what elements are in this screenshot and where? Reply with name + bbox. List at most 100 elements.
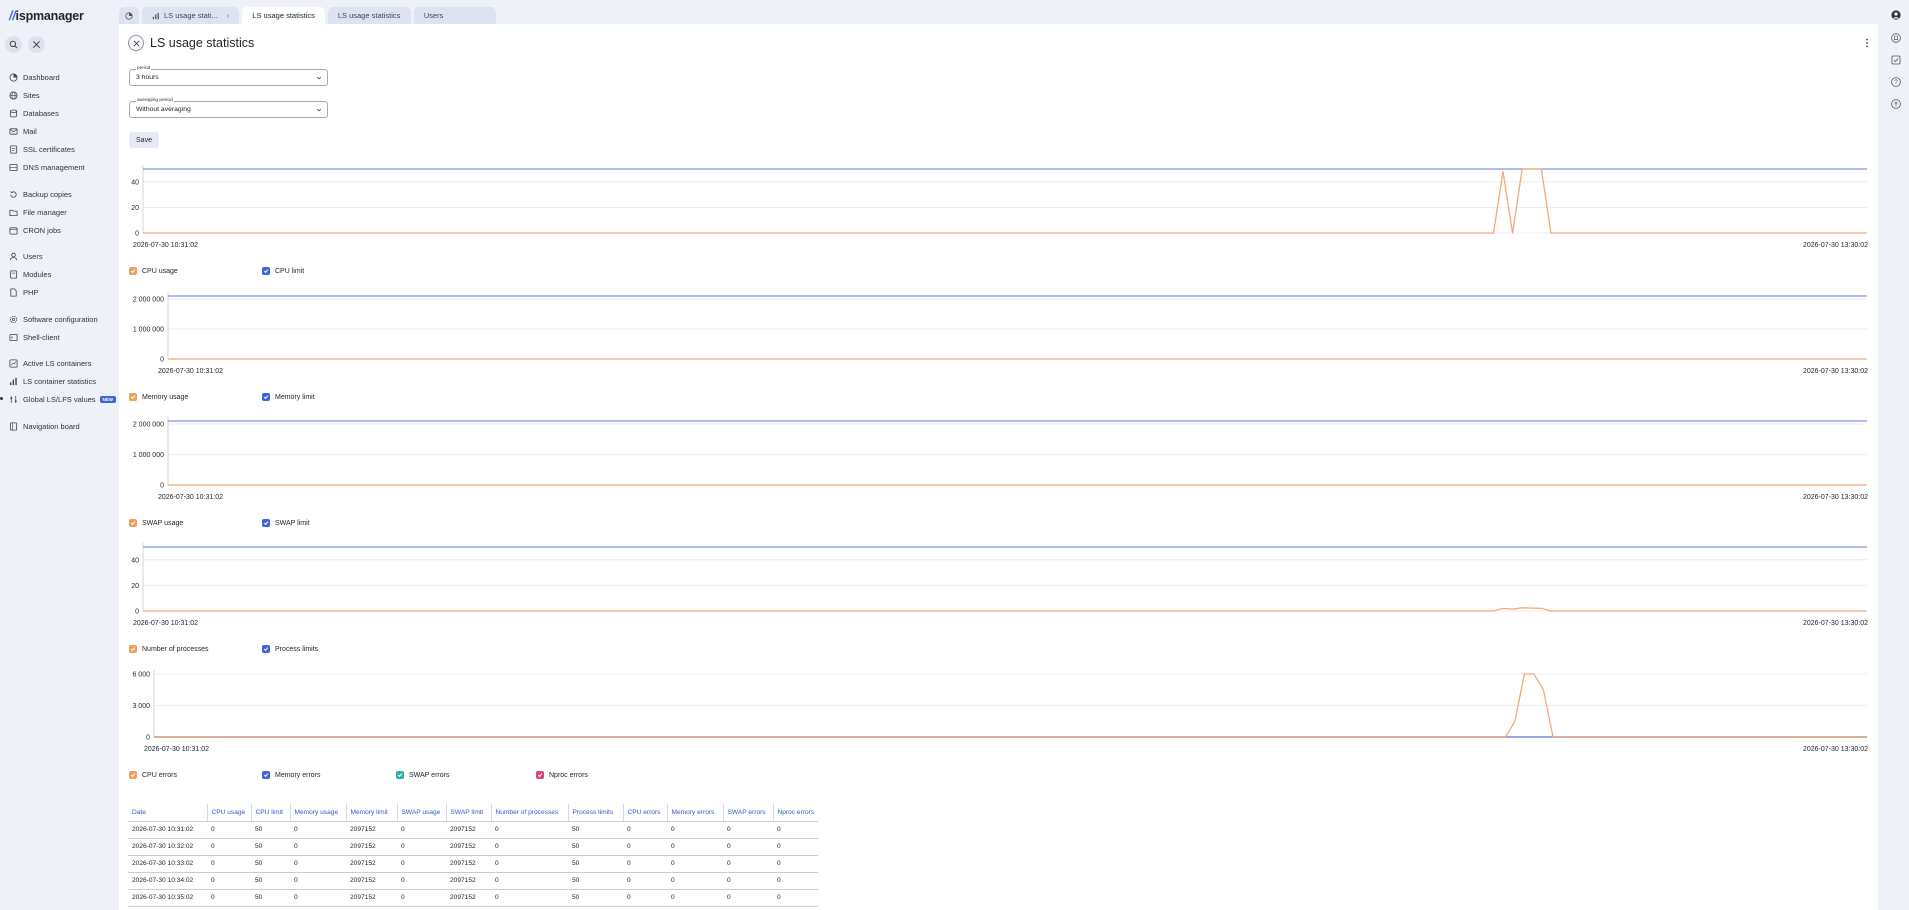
help-icon[interactable]: ? — [1891, 77, 1901, 87]
tab-ls-usage[interactable]: LS usage statistics — [327, 7, 411, 24]
checkbox-checked-icon[interactable] — [129, 267, 137, 275]
sidebar-item-users[interactable]: Users — [0, 249, 118, 263]
bell-icon[interactable] — [1891, 33, 1901, 43]
sidebar-item-label: DNS management — [23, 162, 85, 172]
table-row[interactable]: 2026-07-30 10:33:02 0 50 0 2097152 0 2097152 0 5… — [128, 855, 819, 873]
legend-toggle-number-of-processes[interactable]: Number of processes — [129, 645, 209, 653]
bar-chart-icon — [9, 377, 17, 385]
tools-button[interactable] — [28, 36, 45, 53]
tab-ls-usage-short[interactable]: LS usage stati... › — [142, 7, 240, 24]
terminal-icon — [9, 333, 18, 341]
sidebar-item-cron-jobs[interactable]: CRON jobs — [0, 223, 118, 237]
table-cell: 0 — [773, 855, 819, 873]
checkbox-checked-icon[interactable] — [262, 267, 270, 275]
sidebar-item-global-ls-lfs-values[interactable]: Global LS/LFS values NEW — [0, 392, 118, 406]
table-row[interactable]: 2026-07-30 10:34:02 0 50 0 2097152 0 2097152 0 5… — [128, 872, 819, 890]
legend-toggle-memory-usage[interactable]: Memory usage — [129, 393, 188, 401]
dns-icon — [9, 163, 18, 171]
legend-toggle-process-limits[interactable]: Process limits — [262, 645, 318, 653]
tab-ls-usage-active[interactable]: LS usage statistics — [242, 7, 325, 24]
svg-text:?: ? — [1894, 80, 1898, 86]
sidebar-item-shell-client[interactable]: Shell-client — [0, 330, 118, 344]
column-header[interactable]: CPU errors — [622, 804, 667, 822]
column-header[interactable]: Process limits — [567, 804, 623, 822]
legend-toggle-nproc-errors[interactable]: Nproc errors — [536, 771, 588, 779]
legend-toggle-cpu-errors[interactable]: CPU errors — [129, 771, 177, 779]
column-header[interactable]: SWAP usage — [396, 804, 446, 822]
search-icon — [9, 40, 18, 49]
checkbox-checked-icon[interactable] — [396, 771, 404, 779]
tab-users[interactable]: Users — [413, 7, 496, 24]
checkbox-checked-icon[interactable] — [129, 645, 137, 653]
column-header[interactable]: SWAP limit — [445, 804, 491, 822]
x-end-label: 2026-07-30 13:30:02 — [1803, 242, 1868, 249]
tasks-icon[interactable] — [1891, 55, 1901, 65]
sidebar-item-php[interactable]: PHP — [0, 285, 118, 299]
table-cell: 50 — [568, 872, 623, 890]
table-row[interactable]: 2026-07-30 10:35:02 0 50 0 2097152 0 2097152 0 5… — [128, 889, 819, 907]
sidebar-item-label: Software configuration — [23, 314, 98, 324]
sidebar-item-file-manager[interactable]: File manager — [0, 205, 118, 219]
sidebar-item-navigation-board[interactable]: Navigation board — [0, 419, 118, 433]
table-row[interactable]: 2026-07-30 10:32:02 0 50 0 2097152 0 2097152 0 5… — [128, 838, 819, 856]
table-cell: 50 — [568, 855, 623, 873]
avatar-icon[interactable] — [1891, 10, 1901, 20]
table-cell: 50 — [251, 855, 290, 873]
table-cell: 0 — [290, 838, 346, 856]
legend-toggle-swap-usage[interactable]: SWAP usage — [129, 519, 183, 527]
legend-label: CPU errors — [142, 771, 178, 779]
table-cell: 0 — [397, 855, 446, 873]
column-header[interactable]: Nproc errors — [772, 804, 819, 822]
checkbox-checked-icon[interactable] — [262, 645, 270, 653]
tab-home[interactable] — [119, 7, 139, 24]
table-cell: 0 — [667, 821, 723, 839]
column-header[interactable]: Memory usage — [289, 804, 346, 822]
checkbox-checked-icon[interactable] — [129, 771, 137, 779]
checkbox-checked-icon[interactable] — [262, 393, 270, 401]
legend-toggle-cpu-usage[interactable]: CPU usage — [129, 267, 178, 275]
logo[interactable]: //ispmanager — [9, 9, 84, 23]
sidebar-item-backup-copies[interactable]: Backup copies — [0, 187, 118, 201]
checkbox-checked-icon[interactable] — [536, 771, 544, 779]
search-button[interactable] — [5, 36, 22, 53]
sidebar-item-modules[interactable]: Modules — [0, 267, 118, 281]
legend-toggle-swap-limit[interactable]: SWAP limit — [262, 519, 310, 527]
checkbox-checked-icon[interactable] — [129, 519, 137, 527]
column-header[interactable]: CPU usage — [206, 804, 251, 822]
column-header[interactable]: SWAP errors — [722, 804, 773, 822]
sidebar-item-mail[interactable]: Mail — [0, 124, 118, 138]
column-header[interactable]: Memory errors — [666, 804, 723, 822]
sidebar-item-sites[interactable]: Sites — [0, 88, 118, 102]
column-header[interactable]: Number of processes — [490, 804, 568, 822]
legend-toggle-cpu-limit[interactable]: CPU limit — [262, 267, 304, 275]
legend-label: Memory limit — [275, 393, 315, 401]
tab-label: LS usage stati... — [164, 11, 218, 20]
checkbox-checked-icon[interactable] — [262, 519, 270, 527]
table-cell: 0 — [723, 838, 773, 856]
sidebar-item-databases[interactable]: Databases — [0, 106, 118, 120]
table-row[interactable]: 2026-07-30 10:31:02 0 50 0 2097152 0 2097152 0 5… — [128, 821, 819, 839]
sidebar-top-actions — [5, 36, 45, 53]
column-header[interactable]: Memory limit — [345, 804, 397, 822]
sidebar-item-software-configuration[interactable]: Software configuration — [0, 312, 118, 326]
checkbox-checked-icon[interactable] — [262, 771, 270, 779]
table-cell: 0 — [207, 821, 251, 839]
legend-toggle-memory-limit[interactable]: Memory limit — [262, 393, 315, 401]
sidebar-item-dns-management[interactable]: DNS management — [0, 160, 118, 174]
table-cell: 0 — [667, 855, 723, 873]
table-cell: 0 — [207, 872, 251, 890]
column-header[interactable]: CPU limit — [250, 804, 290, 822]
sidebar-item-dashboard[interactable]: Dashboard — [0, 70, 118, 84]
checkbox-checked-icon[interactable] — [129, 393, 137, 401]
table-cell: 2026-07-30 10:32:02 — [128, 838, 207, 856]
sidebar-item-label: Sites — [23, 90, 40, 100]
sidebar-item-ls-container-statistics[interactable]: LS container statistics — [0, 374, 118, 388]
column-header[interactable]: Date — [128, 804, 207, 822]
sidebar-item-active-ls-containers[interactable]: Active LS containers — [0, 356, 118, 370]
table-cell: 50 — [251, 838, 290, 856]
legend-toggle-memory-errors[interactable]: Memory errors — [262, 771, 321, 779]
legend-toggle-swap-errors[interactable]: SWAP errors — [396, 771, 449, 779]
table-cell: 0 — [207, 855, 251, 873]
lightbulb-icon[interactable] — [1891, 99, 1901, 109]
sidebar-item-ssl-certificates[interactable]: SSL certificates — [0, 142, 118, 156]
